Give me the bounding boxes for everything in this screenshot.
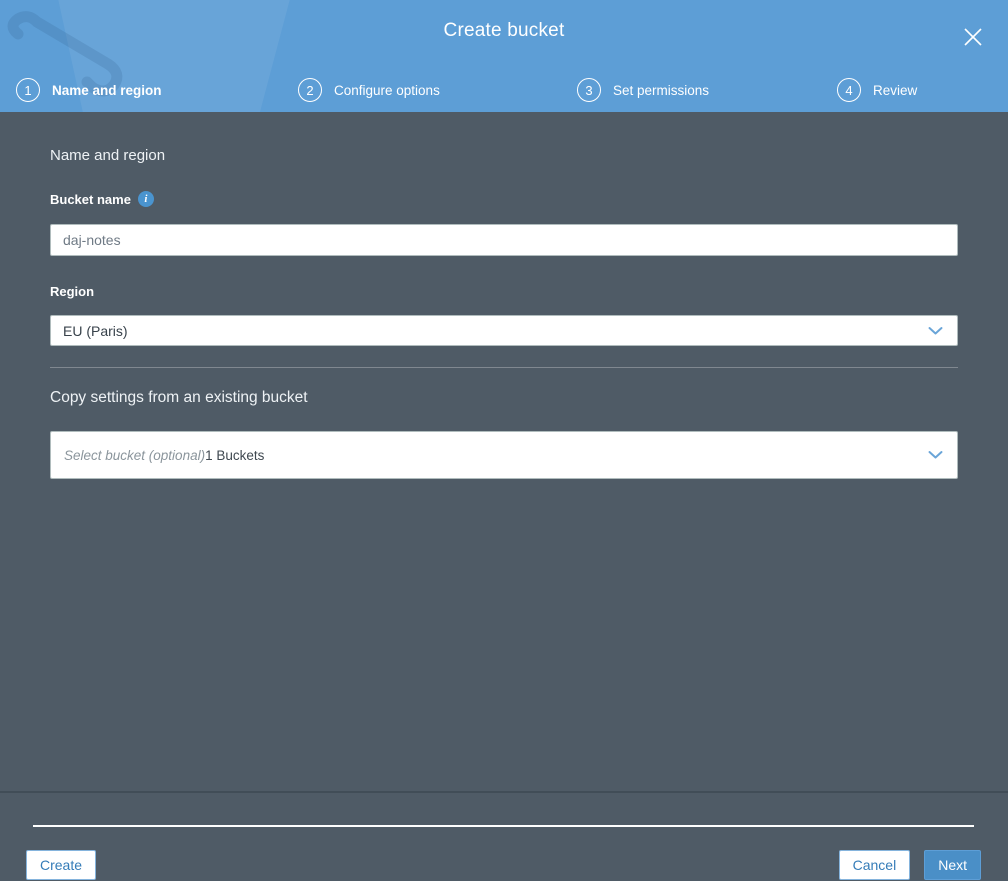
- step-3-label: Set permissions: [613, 82, 710, 98]
- step-3-circle: 3: [577, 78, 601, 102]
- step-1-label: Name and region: [52, 82, 162, 98]
- step-set-permissions[interactable]: 3 Set permissions: [577, 68, 709, 112]
- modal-header: Create bucket 1 Name and region 2 Config…: [0, 0, 1008, 112]
- chevron-down-icon: [928, 451, 943, 459]
- info-icon[interactable]: i: [137, 191, 154, 207]
- bucket-count-text: 1 Buckets: [205, 447, 265, 463]
- step-review[interactable]: 4 Review: [837, 68, 917, 112]
- cancel-button[interactable]: Cancel: [838, 850, 911, 880]
- next-button[interactable]: Next: [924, 850, 981, 880]
- bucket-select-placeholder: Select bucket (optional): [64, 447, 206, 463]
- bucket-name-input[interactable]: [50, 224, 958, 256]
- create-button[interactable]: Create: [26, 850, 97, 880]
- step-indicator: 1 Name and region 2 Configure options 3 …: [0, 68, 1008, 112]
- copy-settings-heading: Copy settings from an existing bucket: [50, 389, 308, 406]
- section-heading-name-and-region: Name and region: [50, 147, 166, 164]
- copy-settings-bucket-select[interactable]: Select bucket (optional) 1 Buckets: [50, 431, 958, 479]
- step-1-circle: 1: [16, 78, 40, 102]
- modal-body: Name and region Bucket name i Region EU …: [0, 112, 1008, 880]
- close-icon: [964, 28, 982, 46]
- step-configure-options[interactable]: 2 Configure options: [298, 68, 440, 112]
- chevron-down-icon: [928, 326, 943, 334]
- step-2-label: Configure options: [334, 82, 440, 98]
- close-button[interactable]: [956, 20, 990, 54]
- create-bucket-modal: Create bucket 1 Name and region 2 Config…: [0, 0, 1008, 880]
- footer-divider: [33, 825, 974, 827]
- region-selected-value: EU (Paris): [63, 322, 128, 339]
- modal-title: Create bucket: [443, 20, 565, 41]
- step-name-and-region[interactable]: 1 Name and region: [16, 68, 162, 112]
- region-label: Region: [50, 284, 95, 299]
- titlebar: Create bucket: [0, 0, 1008, 62]
- step-4-circle: 4: [837, 78, 861, 102]
- step-2-circle: 2: [298, 78, 322, 102]
- region-select[interactable]: EU (Paris): [50, 315, 958, 346]
- step-4-label: Review: [873, 82, 918, 98]
- bucket-name-label: Bucket name: [50, 191, 131, 207]
- modal-footer: Create Cancel Next: [26, 849, 981, 881]
- section-divider: [50, 367, 958, 368]
